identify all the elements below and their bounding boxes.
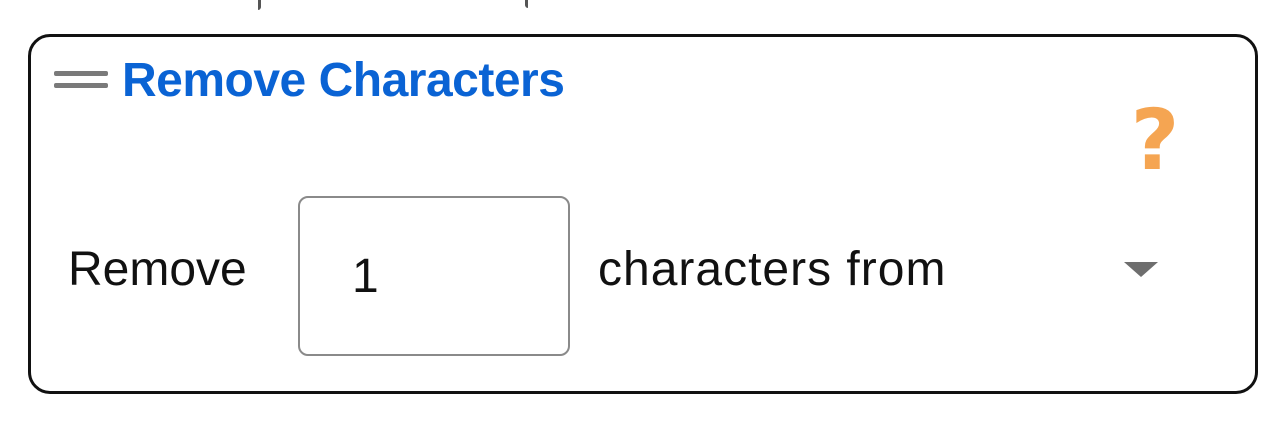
block-title: Remove Characters [122,53,565,107]
previous-block-edge-left [258,0,261,10]
caret-down-icon[interactable] [1124,262,1158,277]
block-header: Remove Characters [52,54,565,107]
drag-handle-icon[interactable] [52,68,108,92]
remove-label: Remove [68,243,247,296]
help-icon[interactable]: ? [1124,94,1186,186]
remove-characters-row: Remove characters from [68,196,1218,356]
previous-block-edge-right [525,0,528,8]
characters-from-label: characters from [598,243,947,296]
previous-block-fragment [0,0,1288,12]
character-count-input[interactable] [298,196,570,356]
